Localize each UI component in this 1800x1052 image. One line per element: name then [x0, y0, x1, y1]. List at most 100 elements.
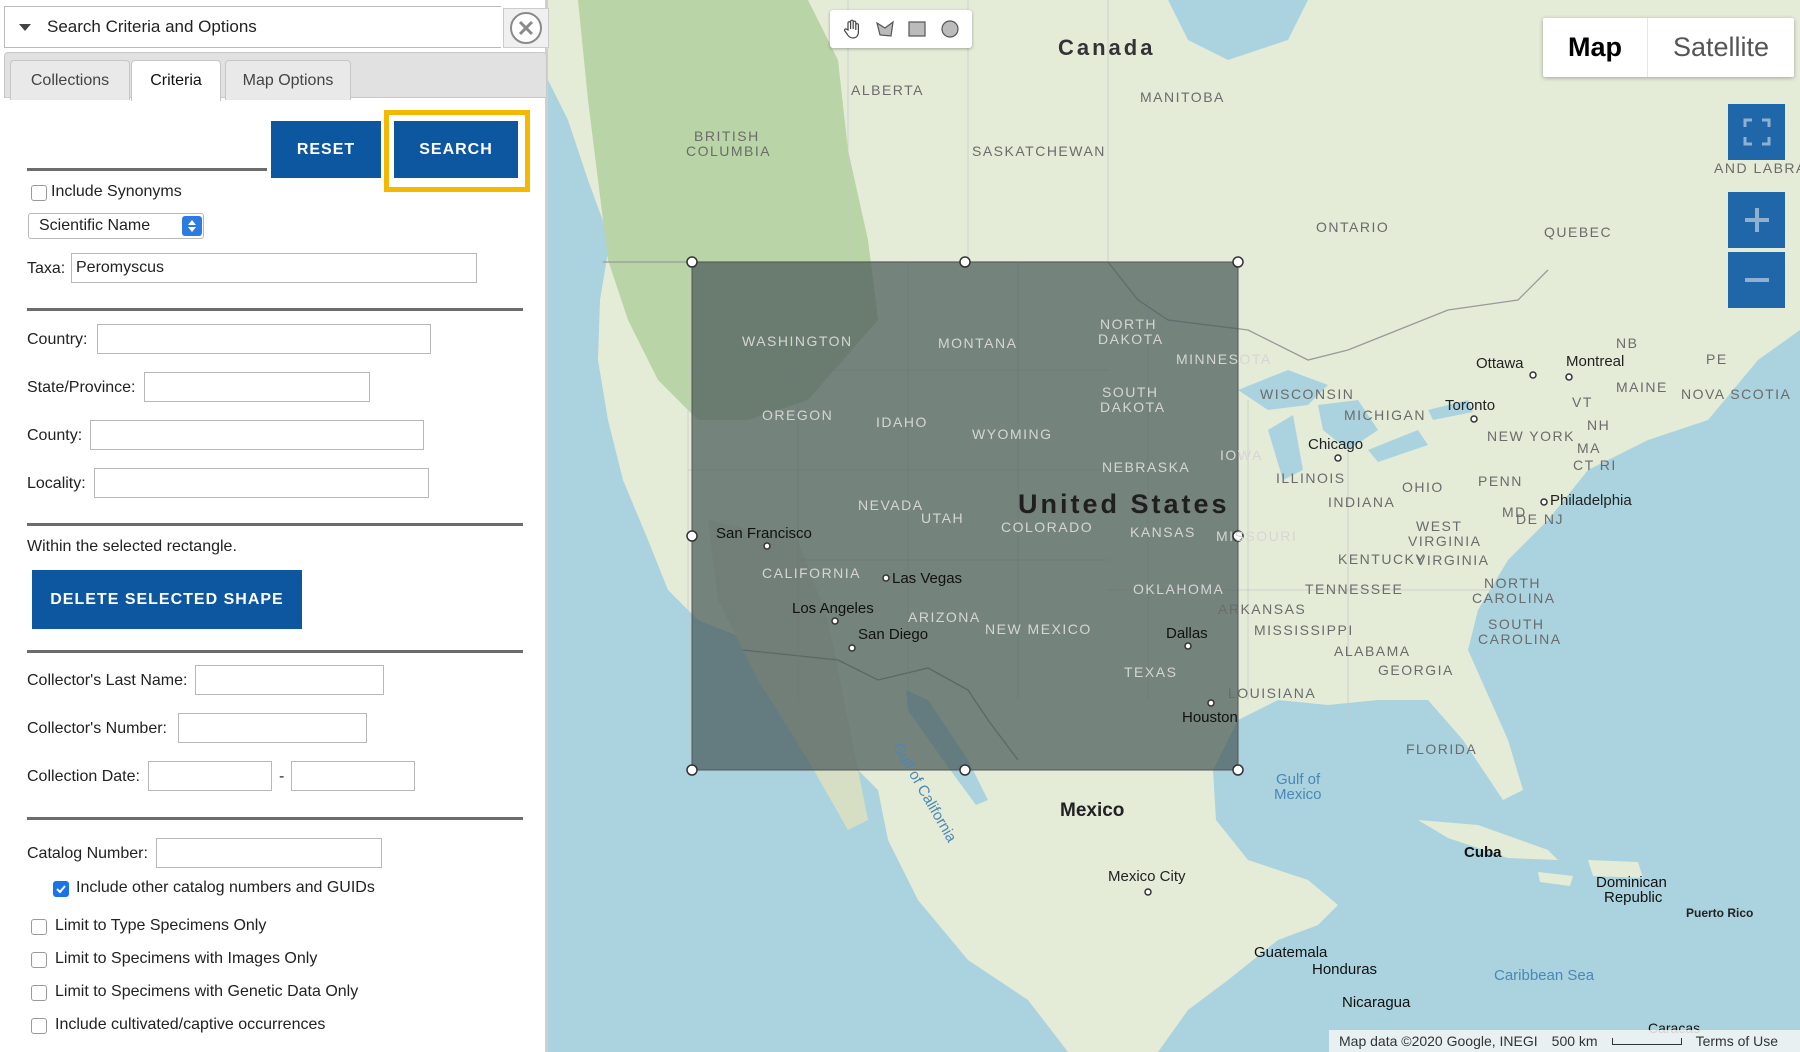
fullscreen-button[interactable] [1728, 104, 1785, 160]
label-minnesota: MINNESOTA [1176, 351, 1272, 367]
label-missouri: MISSOURI [1216, 528, 1298, 544]
collector-number-input[interactable] [178, 713, 367, 743]
search-button[interactable]: SEARCH [394, 121, 518, 178]
label-gulf-of-mexico-2: Mexico [1274, 786, 1322, 803]
taxa-type-value: Scientific Name [39, 217, 151, 234]
label-arkansas: ARKANSAS [1218, 601, 1307, 617]
label-guatemala: Guatemala [1254, 944, 1328, 961]
collector-last-name-label: Collector's Last Name: [27, 672, 188, 689]
locality-label: Locality: [27, 475, 86, 492]
label-penn: PENN [1478, 473, 1523, 489]
catalog-number-input[interactable] [156, 838, 382, 868]
label-north-dakota-2: DAKOTA [1098, 331, 1164, 347]
label-alberta: ALBERTA [851, 82, 925, 98]
label-saskatchewan: SASKATCHEWAN [972, 143, 1106, 159]
collection-date-to-input[interactable] [291, 761, 415, 791]
terms-of-use-link[interactable]: Terms of Use [1696, 1033, 1778, 1049]
collector-last-name-input[interactable] [195, 665, 384, 695]
label-texas: TEXAS [1124, 664, 1178, 680]
locality-input[interactable] [94, 468, 429, 498]
limit-type-specimens-checkbox[interactable] [31, 919, 47, 935]
label-maine: MAINE [1616, 379, 1668, 395]
map-type-toggle: Map Satellite [1543, 18, 1795, 77]
label-iowa: IOWA [1220, 447, 1263, 463]
divider [27, 168, 267, 171]
label-nova-scotia: NOVA SCOTIA [1681, 386, 1792, 402]
label-kansas: KANSAS [1130, 524, 1196, 540]
delete-selected-shape-button[interactable]: DELETE SELECTED SHAPE [32, 570, 302, 629]
label-cuba: Cuba [1464, 844, 1502, 861]
tab-criteria[interactable]: Criteria [131, 60, 221, 101]
label-san-diego: San Diego [858, 626, 929, 643]
label-washington: WASHINGTON [742, 333, 853, 349]
limit-images-checkbox[interactable] [31, 952, 47, 968]
label-mexico-city: Mexico City [1108, 868, 1186, 885]
taxa-input[interactable]: Peromyscus [71, 253, 477, 283]
tab-collections[interactable]: Collections [10, 60, 130, 100]
label-ottawa: Ottawa [1476, 355, 1524, 372]
label-ma: MA [1577, 440, 1601, 456]
collapse-triangle-icon[interactable] [19, 23, 31, 31]
label-united-states: United States [1018, 489, 1230, 519]
label-ontario: ONTARIO [1316, 219, 1390, 235]
zoom-out-button[interactable] [1728, 252, 1785, 308]
include-synonyms-checkbox[interactable] [31, 185, 47, 201]
label-california: CALIFORNIA [762, 565, 862, 581]
reset-button[interactable]: RESET [271, 121, 381, 178]
map-type-satellite-button[interactable]: Satellite [1648, 18, 1794, 77]
label-oregon: OREGON [762, 407, 834, 423]
polygon-icon[interactable] [871, 15, 899, 43]
label-nebraska: NEBRASKA [1102, 459, 1191, 475]
country-input[interactable] [97, 324, 431, 354]
county-input[interactable] [90, 420, 424, 450]
limit-images-label: Limit to Specimens with Images Only [55, 950, 318, 967]
label-north-carolina-2: CAROLINA [1472, 590, 1556, 606]
label-nicaragua: Nicaragua [1342, 994, 1411, 1011]
state-province-input[interactable] [144, 372, 370, 402]
map-canvas[interactable]: Canada ALBERTA MANITOBA BRITISH COLUMBIA… [548, 0, 1800, 1052]
include-synonyms-label: Include Synonyms [51, 183, 182, 200]
taxa-type-select[interactable]: Scientific Name [28, 213, 204, 239]
label-montreal: Montreal [1566, 353, 1625, 370]
label-west-virginia-2: VIRGINIA [1408, 533, 1482, 549]
label-nb: NB [1616, 335, 1639, 351]
label-dallas: Dallas [1166, 625, 1208, 642]
label-north-dakota-1: NORTH [1100, 316, 1158, 332]
label-puerto-rico: Puerto Rico [1686, 906, 1754, 920]
divider [27, 650, 523, 653]
label-kentucky: KENTUCKY [1338, 551, 1427, 567]
map-type-map-button[interactable]: Map [1543, 18, 1648, 77]
limit-genetic-checkbox[interactable] [31, 985, 47, 1001]
tab-map-options[interactable]: Map Options [225, 60, 351, 100]
rectangle-icon[interactable] [903, 15, 931, 43]
collection-date-from-input[interactable] [148, 761, 272, 791]
label-chicago: Chicago [1308, 436, 1364, 453]
collection-date-label: Collection Date: [27, 768, 140, 785]
label-colorado: COLORADO [1001, 519, 1094, 535]
search-panel: Search Criteria and Options Collections … [0, 0, 549, 1052]
label-new-york: NEW YORK [1487, 428, 1575, 444]
circle-icon[interactable] [936, 15, 964, 43]
label-indiana: INDIANA [1328, 494, 1396, 510]
label-british-2: COLUMBIA [686, 143, 772, 159]
map-attribution: Map data ©2020 Google, INEGI 500 km Term… [1329, 1030, 1800, 1052]
label-montana: MONTANA [938, 335, 1018, 351]
label-nevada: NEVADA [858, 497, 924, 513]
limit-genetic-label: Limit to Specimens with Genetic Data Onl… [55, 983, 359, 1000]
include-cultivated-checkbox[interactable] [31, 1018, 47, 1034]
shape-note: Within the selected rectangle. [27, 538, 237, 555]
label-ct-ri: CT RI [1573, 457, 1617, 473]
include-other-catalog-checkbox[interactable] [53, 881, 69, 897]
close-panel-button[interactable] [503, 8, 549, 48]
label-mexico: Mexico [1060, 800, 1125, 821]
panel-header[interactable]: Search Criteria and Options [4, 6, 501, 48]
label-alabama: ALABAMA [1334, 643, 1411, 659]
drawing-toolbar [830, 10, 972, 48]
label-utah: UTAH [921, 510, 965, 526]
collector-number-label: Collector's Number: [27, 720, 167, 737]
label-wisconsin: WISCONSIN [1260, 386, 1355, 402]
county-label: County: [27, 427, 83, 444]
taxa-label: Taxa: [27, 260, 66, 277]
hand-icon[interactable] [838, 15, 866, 43]
zoom-in-button[interactable] [1728, 192, 1785, 248]
